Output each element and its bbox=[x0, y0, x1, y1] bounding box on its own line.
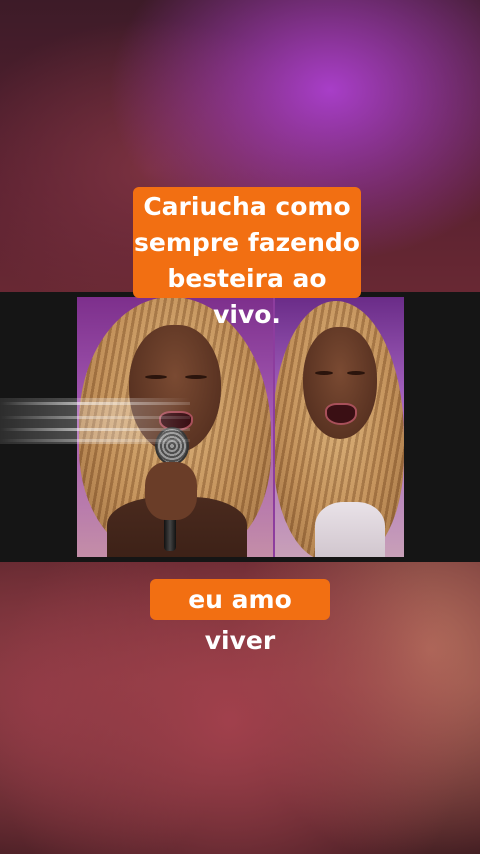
eye-right-right-panel bbox=[347, 371, 365, 375]
glitch-line bbox=[0, 428, 190, 431]
glitch-line bbox=[0, 402, 190, 405]
video-panel-right bbox=[275, 297, 404, 557]
eye-right bbox=[185, 375, 207, 379]
caption-bottom: eu amo viver bbox=[150, 579, 330, 655]
singer-top bbox=[315, 502, 385, 557]
eye-left-right-panel bbox=[315, 371, 333, 375]
glitch-line bbox=[0, 416, 190, 419]
eye-left bbox=[145, 375, 167, 379]
glitch-overlay bbox=[0, 398, 190, 444]
caption-top: Cariucha como sempre fazendo besteira ao… bbox=[133, 187, 361, 329]
glitch-line bbox=[0, 439, 190, 442]
mouth-right bbox=[325, 403, 357, 425]
video-screen[interactable]: Cariucha como sempre fazendo besteira ao… bbox=[0, 0, 480, 854]
singer-face-right bbox=[303, 327, 377, 439]
singer-hand bbox=[145, 462, 197, 520]
